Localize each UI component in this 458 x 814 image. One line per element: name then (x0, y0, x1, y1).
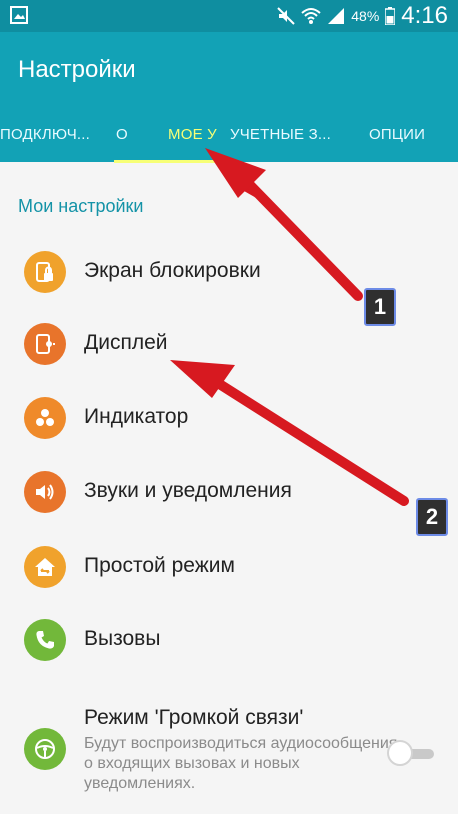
settings-item-driving-mode[interactable]: Режим 'Громкой связи' Будут воспроизводи… (0, 692, 458, 802)
section-title: Мои настройки (18, 196, 144, 216)
clock: 4:16 (401, 2, 448, 29)
wifi-icon (301, 7, 321, 25)
lock-screen-icon (24, 251, 66, 293)
annotation-badge-2: 2 (416, 498, 448, 536)
tab-options[interactable]: ОПЦИИ (369, 126, 425, 143)
tab-accounts[interactable]: УЧЕТНЫЕ З... (230, 126, 331, 143)
settings-item-label: Вызовы (84, 627, 161, 650)
battery-text: 48% (351, 8, 380, 24)
app-bar: Настройки ПОДКЛЮЧ... О МОЕ У УЧЕТНЫЕ З..… (0, 32, 458, 163)
tab-my-device[interactable]: МОЕ У (168, 126, 217, 143)
steering-wheel-icon (24, 728, 66, 770)
tab-connections[interactable]: ПОДКЛЮЧ... (0, 126, 90, 143)
mute-icon (277, 7, 295, 25)
settings-item-description: Будут воспроизводиться аудиосообщения о … (84, 735, 398, 792)
tab-bar: ПОДКЛЮЧ... О МОЕ У УЧЕТНЫЕ З... ОПЦИИ (0, 118, 458, 162)
settings-item-label: Режим 'Громкой связи' (84, 706, 304, 729)
tab-separator-o: О (116, 126, 128, 143)
settings-item-label: Экран блокировки (84, 259, 261, 282)
battery-icon (385, 7, 396, 25)
driving-mode-toggle[interactable] (387, 740, 413, 766)
settings-content: Мои настройки Экран блокировки Дисплей И… (0, 162, 458, 814)
sound-icon (24, 471, 66, 513)
status-bar: 48% 4:16 (0, 0, 458, 32)
indicator-icon (24, 397, 66, 439)
signal-icon (327, 7, 345, 25)
display-icon (24, 323, 66, 365)
settings-item-easy-mode[interactable]: Простой режим (0, 532, 458, 602)
settings-item-sounds[interactable]: Звуки и уведомления (0, 457, 458, 527)
settings-item-label: Простой режим (84, 554, 235, 577)
settings-item-indicator[interactable]: Индикатор (0, 383, 458, 453)
settings-item-label: Индикатор (84, 405, 189, 428)
page-title: Настройки (18, 56, 136, 83)
settings-item-label: Дисплей (84, 331, 168, 354)
easy-mode-icon (24, 546, 66, 588)
gallery-icon (10, 6, 28, 24)
phone-icon (24, 619, 66, 661)
annotation-badge-1: 1 (364, 288, 396, 326)
settings-item-label: Звуки и уведомления (84, 479, 292, 502)
settings-item-calls[interactable]: Вызовы (0, 605, 458, 675)
